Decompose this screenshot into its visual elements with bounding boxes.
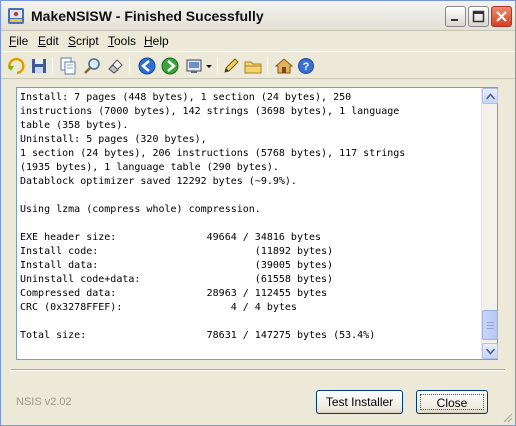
log-line: table (358 bytes). bbox=[20, 120, 129, 131]
browse-script-icon[interactable] bbox=[243, 56, 263, 76]
help-icon[interactable]: ? bbox=[296, 56, 316, 76]
copy-icon[interactable] bbox=[58, 56, 78, 76]
makensisw-window: MakeNSISW - Finished Sucessfully File Ed… bbox=[0, 0, 516, 426]
dropdown-arrow-icon[interactable] bbox=[204, 56, 214, 76]
log-line: Install: 7 pages (448 bytes), 1 section … bbox=[20, 92, 352, 103]
compiler-output-log[interactable]: Install: 7 pages (448 bytes), 1 section … bbox=[16, 87, 498, 360]
footer-divider bbox=[11, 369, 505, 371]
log-line: EXE header size: 49664 / 34816 bytes bbox=[20, 232, 322, 243]
nsis-version-label: NSIS v2.02 bbox=[16, 396, 72, 408]
nsis-home-icon[interactable] bbox=[274, 56, 294, 76]
test-icon[interactable] bbox=[160, 56, 180, 76]
menu-bar: File Edit Script Tools Help bbox=[1, 32, 515, 50]
window-title: MakeNSISW - Finished Sucessfully bbox=[31, 8, 264, 24]
close-button[interactable]: Close bbox=[416, 390, 488, 414]
toolbar-separator bbox=[217, 57, 218, 75]
maximize-icon bbox=[472, 10, 485, 23]
menu-file[interactable]: File bbox=[9, 34, 28, 48]
close-window-button[interactable] bbox=[491, 6, 512, 27]
test-installer-button[interactable]: Test Installer bbox=[316, 390, 403, 414]
log-line: Uninstall code+data: (61558 bytes) bbox=[20, 274, 334, 285]
scroll-down-icon bbox=[486, 348, 495, 355]
scroll-down-button[interactable] bbox=[482, 343, 498, 359]
log-line: CRC (0x3278FFEF): 4 / 4 bytes bbox=[20, 302, 297, 313]
edit-script-icon[interactable] bbox=[221, 56, 241, 76]
log-line: (1935 bytes), 1 language table (290 byte… bbox=[20, 162, 279, 173]
scroll-thumb[interactable] bbox=[482, 310, 498, 340]
compressor-icon[interactable] bbox=[185, 56, 205, 76]
recompile-icon[interactable] bbox=[7, 56, 27, 76]
close-icon bbox=[496, 11, 507, 22]
log-line: Uninstall: 5 pages (320 bytes), bbox=[20, 134, 207, 145]
resize-grip-icon[interactable] bbox=[501, 411, 513, 423]
minimize-button[interactable] bbox=[445, 6, 466, 27]
log-line: Using lzma (compress whole) compression. bbox=[20, 204, 261, 215]
log-line: Install code: (11892 bytes) bbox=[20, 246, 334, 257]
menu-edit[interactable]: Edit bbox=[38, 34, 59, 48]
log-line: Datablock optimizer saved 12292 bytes (~… bbox=[20, 176, 297, 187]
scroll-up-icon bbox=[486, 93, 495, 100]
close-button-label: Close bbox=[420, 394, 484, 410]
log-line: instructions (7000 bytes), 142 strings (… bbox=[20, 106, 400, 117]
title-bar[interactable]: MakeNSISW - Finished Sucessfully bbox=[1, 1, 515, 31]
svg-text:?: ? bbox=[303, 61, 310, 73]
nsis-app-icon bbox=[8, 8, 24, 24]
maximize-button[interactable] bbox=[468, 6, 489, 27]
toolbar-separator bbox=[267, 57, 268, 75]
menu-script[interactable]: Script bbox=[68, 34, 99, 48]
back-icon[interactable] bbox=[137, 56, 157, 76]
menu-tools[interactable]: Tools bbox=[108, 34, 136, 48]
vertical-scrollbar[interactable] bbox=[481, 88, 498, 359]
toolbar: ? bbox=[1, 51, 515, 79]
save-icon[interactable] bbox=[29, 56, 49, 76]
clear-icon[interactable] bbox=[105, 56, 125, 76]
minimize-icon bbox=[451, 19, 458, 21]
toolbar-separator bbox=[52, 57, 53, 75]
log-line: 1 section (24 bytes), 206 instructions (… bbox=[20, 148, 406, 159]
find-icon[interactable] bbox=[82, 56, 102, 76]
log-line: Total size: 78631 / 147275 bytes (53.4%) bbox=[20, 330, 376, 341]
log-text: Install: 7 pages (448 bytes), 1 section … bbox=[20, 91, 480, 357]
log-line: Install data: (39005 bytes) bbox=[20, 260, 334, 271]
toolbar-separator bbox=[129, 57, 130, 75]
log-line: Compressed data: 28963 / 112455 bytes bbox=[20, 288, 328, 299]
scroll-up-button[interactable] bbox=[482, 88, 498, 104]
menu-help[interactable]: Help bbox=[144, 34, 169, 48]
